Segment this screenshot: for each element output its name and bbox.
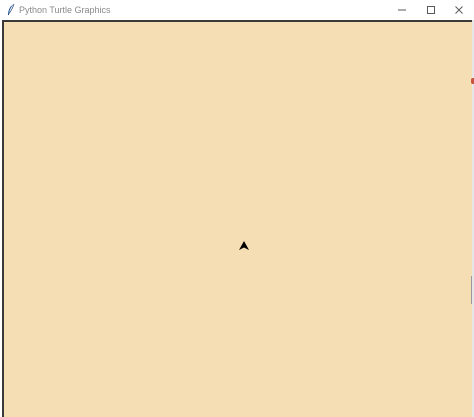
turtle-cursor — [239, 241, 249, 250]
turtle-window: Python Turtle Graphics — [0, 0, 474, 417]
minimize-icon — [398, 9, 406, 11]
minimize-button[interactable] — [387, 0, 417, 20]
close-icon — [455, 6, 463, 14]
window-title: Python Turtle Graphics — [19, 5, 111, 15]
maximize-button[interactable] — [416, 0, 446, 20]
maximize-icon — [427, 6, 435, 14]
title-bar[interactable]: Python Turtle Graphics — [0, 0, 474, 20]
turtle-canvas[interactable] — [4, 22, 472, 417]
close-button[interactable] — [444, 0, 474, 20]
feather-icon — [7, 3, 15, 16]
